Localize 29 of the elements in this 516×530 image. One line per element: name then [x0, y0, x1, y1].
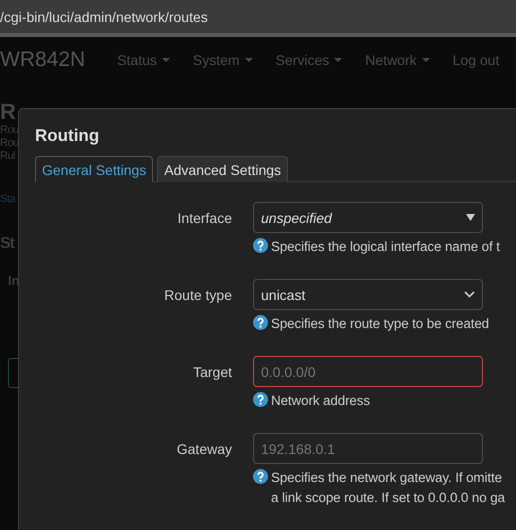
- interface-dropdown[interactable]: unspecified: [253, 202, 483, 233]
- help-icon: [253, 315, 268, 330]
- help-icon: [253, 392, 268, 407]
- input-field[interactable]: 192.168.0.1: [253, 433, 483, 464]
- help-icon: [253, 469, 268, 484]
- menu-item[interactable]: System: [192, 52, 253, 68]
- tab[interactable]: Advanced Settings: [157, 156, 288, 182]
- field-label: Interface: [178, 209, 232, 228]
- menu-item[interactable]: Services: [276, 52, 342, 68]
- brand-name[interactable]: WR842N: [0, 48, 86, 72]
- menu-item[interactable]: Network: [365, 52, 430, 68]
- menu-item[interactable]: Status: [117, 52, 170, 68]
- chevron-down-icon: [464, 291, 475, 298]
- help-text: Specifies the logical interface name of t: [271, 238, 500, 256]
- tab[interactable]: General Settings: [35, 156, 154, 182]
- help-text: Network address: [271, 392, 370, 410]
- help-text: Specifies the route type to be created: [271, 315, 490, 333]
- input-field[interactable]: 0.0.0.0/0: [253, 356, 483, 387]
- page-heading: R: [0, 100, 17, 124]
- field-label: Gateway: [176, 440, 232, 459]
- triangle-down-icon: [466, 214, 475, 221]
- select-field[interactable]: unicast: [253, 279, 483, 310]
- field-label: Target: [193, 363, 232, 382]
- help-text: Specifies the network gateway. If omitte a link scope route. If set to 0.0.0.0 no ga: [271, 469, 505, 507]
- help-icon: [253, 238, 268, 253]
- address-url[interactable]: /cgi-bin/luci/admin/network/routes: [0, 8, 208, 24]
- field-label: Route type: [164, 286, 232, 305]
- dialog-title: Routing: [35, 126, 100, 146]
- menu-item[interactable]: Log out: [452, 52, 500, 68]
